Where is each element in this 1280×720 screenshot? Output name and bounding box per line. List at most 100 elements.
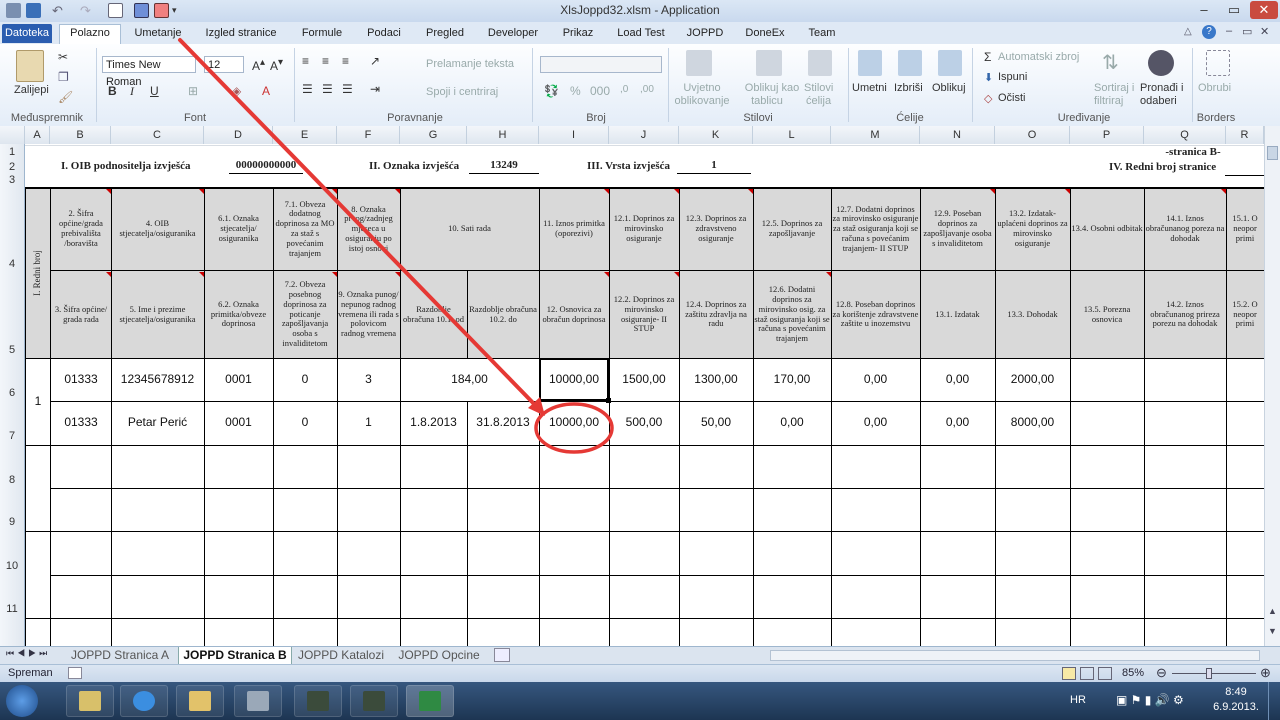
workbook-restore-icon[interactable]: ▭ [1242, 25, 1252, 38]
row-header-9[interactable]: 9 [0, 516, 24, 528]
tab-datoteka[interactable]: Datoteka [2, 24, 52, 43]
align-bottom-icon[interactable]: ≡ [342, 54, 349, 68]
row-header-2[interactable]: 2 [0, 161, 24, 173]
format-as-table-icon[interactable] [756, 50, 782, 76]
column-header-H[interactable]: H [467, 126, 539, 144]
find-binoculars-icon[interactable] [1148, 50, 1174, 76]
tab-formule[interactable]: Formule [294, 25, 350, 42]
zoom-slider-track[interactable] [1172, 673, 1256, 674]
taskbar-app-notepad[interactable] [66, 685, 114, 717]
grow-font-icon[interactable]: A▴ [252, 57, 265, 73]
taskbar-app-explorer[interactable] [176, 685, 224, 717]
worksheet-grid[interactable]: I. OIB podnositelja izvješća 00000000000… [25, 144, 1264, 646]
zoom-out-icon[interactable]: ⊖ [1156, 665, 1167, 681]
format-cells-icon[interactable] [938, 50, 962, 76]
cell-G7[interactable]: 1.8.2013 [400, 401, 467, 445]
delete-cells-icon[interactable] [898, 50, 922, 76]
sheet-nav-arrows-icon[interactable]: ⏮◀▶⏭ [6, 648, 50, 659]
comment-indicator[interactable] [674, 272, 679, 277]
row-header-1[interactable]: 1 [0, 146, 24, 158]
tab-joppd[interactable]: JOPPD [680, 25, 730, 42]
taskbar-app-calculator[interactable] [234, 685, 282, 717]
tab-umetanje[interactable]: Umetanje [128, 25, 188, 42]
cell-styles-button[interactable]: Stilovi [804, 82, 833, 94]
comment-indicator[interactable] [332, 189, 337, 194]
align-middle-icon[interactable]: ≡ [322, 54, 329, 68]
find-select-button[interactable]: Pronađi i [1140, 82, 1183, 94]
percent-icon[interactable]: % [570, 84, 581, 98]
conditional-format-button[interactable]: Uvjetno [680, 82, 724, 94]
insert-sheet-icon[interactable] [494, 648, 510, 662]
scroll-down-arrow-icon[interactable]: ▼ [1268, 626, 1277, 636]
minimize-button[interactable]: – [1190, 1, 1218, 19]
maximize-button[interactable]: ▭ [1220, 1, 1248, 19]
sheet-tab-katalozi[interactable]: JOPPD Katalozi [296, 647, 386, 664]
column-header-E[interactable]: E [273, 126, 337, 144]
select-all-corner[interactable] [0, 126, 25, 144]
comment-indicator[interactable] [826, 272, 831, 277]
normal-view-icon[interactable] [1062, 667, 1076, 680]
minimize-ribbon-icon[interactable]: △ [1184, 26, 1196, 38]
borders-button[interactable]: Obrubi [1198, 82, 1231, 94]
cell-styles-button-line2[interactable]: ćelija [806, 95, 831, 107]
row-header-3[interactable]: 3 [0, 174, 24, 186]
cell-C6[interactable]: 12345678912 [111, 358, 204, 401]
comment-indicator[interactable] [395, 272, 400, 277]
help-icon[interactable]: ? [1202, 25, 1216, 39]
column-header-L[interactable]: L [753, 126, 831, 144]
comment-indicator[interactable] [395, 189, 400, 194]
comment-indicator[interactable] [199, 189, 204, 194]
column-header-K[interactable]: K [679, 126, 753, 144]
show-desktop-button[interactable] [1268, 682, 1280, 720]
vertical-scrollbar[interactable]: ▲ ▼ [1264, 126, 1280, 646]
cell-N6[interactable]: 0,00 [920, 358, 995, 401]
zoom-level[interactable]: 85% [1122, 667, 1144, 679]
insert-cells-icon[interactable] [858, 50, 882, 76]
comment-indicator[interactable] [106, 189, 111, 194]
comment-indicator[interactable] [748, 189, 753, 194]
scroll-up-arrow-icon[interactable]: ▲ [1268, 606, 1277, 616]
sort-filter-button[interactable]: Sortiraj i [1094, 82, 1134, 94]
fill-bucket-icon[interactable]: ◈ [232, 84, 241, 98]
cell-N7[interactable]: 0,00 [920, 401, 995, 445]
column-header-Q[interactable]: Q [1144, 126, 1226, 144]
row-header-4[interactable]: 4 [0, 258, 24, 270]
comment-indicator[interactable] [604, 189, 609, 194]
cell-C7[interactable]: Petar Perić [111, 401, 204, 445]
language-indicator[interactable]: HR [1070, 694, 1086, 706]
column-header-O[interactable]: O [995, 126, 1070, 144]
borders-large-icon[interactable] [1206, 50, 1230, 76]
cell-O7[interactable]: 8000,00 [995, 401, 1070, 445]
conditional-format-button-line2[interactable]: oblikovanje [672, 95, 732, 107]
tab-load-test[interactable]: Load Test [610, 25, 672, 42]
comment-indicator[interactable] [1221, 189, 1226, 194]
font-color-a-icon[interactable]: A [262, 84, 270, 98]
tab-podaci[interactable]: Podaci [358, 25, 410, 42]
sort-filter-icon[interactable]: ⇅ [1102, 50, 1119, 75]
close-button[interactable]: ✕ [1250, 1, 1278, 19]
decrease-decimal-icon[interactable]: ,00 [640, 84, 654, 95]
tray-icons[interactable]: ▣ ⚑ ▮ 🔊 ⚙ [1116, 693, 1184, 707]
insert-cells-button[interactable]: Umetni [852, 82, 887, 94]
comment-indicator[interactable] [674, 189, 679, 194]
tab-izgled-stranice[interactable]: Izgled stranice [198, 25, 284, 42]
align-right-icon[interactable]: ☰ [342, 82, 353, 96]
borders-icon[interactable]: ⊞ [188, 84, 198, 98]
cell-L7[interactable]: 0,00 [753, 401, 831, 445]
find-select-button-line2[interactable]: odaberi [1140, 95, 1177, 107]
merge-center-button[interactable]: Spoji i centriraj [426, 86, 498, 98]
horizontal-scrollbar[interactable] [770, 650, 1260, 661]
cell-L6[interactable]: 170,00 [753, 358, 831, 401]
macro-record-icon[interactable] [68, 667, 82, 679]
column-header-F[interactable]: F [337, 126, 400, 144]
comment-indicator[interactable] [1065, 189, 1070, 194]
format-cells-button[interactable]: Oblikuj [932, 82, 966, 94]
taskbar-app-vm[interactable] [294, 685, 342, 717]
fill-button[interactable]: Ispuni [998, 71, 1027, 83]
cell-M7[interactable]: 0,00 [831, 401, 920, 445]
tab-developer[interactable]: Developer [480, 25, 546, 42]
cell-E6[interactable]: 0 [273, 358, 337, 401]
column-header-G[interactable]: G [400, 126, 467, 144]
zoom-slider-thumb[interactable] [1206, 668, 1212, 679]
cell-J6[interactable]: 1500,00 [609, 358, 679, 401]
